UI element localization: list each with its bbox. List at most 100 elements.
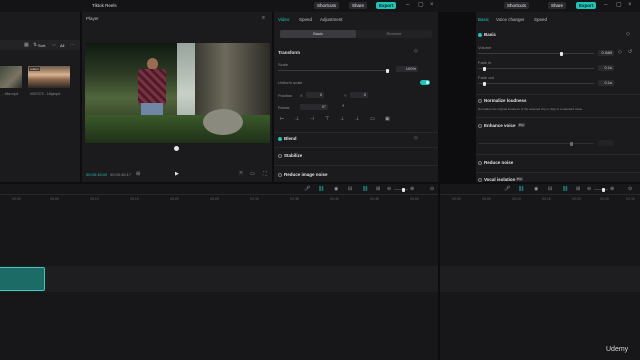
blend-checkbox[interactable] [278, 137, 282, 141]
fit-icon[interactable]: ⊙ [628, 186, 632, 192]
playhead-handle[interactable] [174, 146, 179, 151]
fade-out-slider[interactable] [478, 81, 594, 86]
crop-icon[interactable]: ⤧ [239, 171, 243, 177]
rotate-dial-icon[interactable]: ◐ [342, 103, 345, 109]
split-icon[interactable]: ⊞ [376, 186, 380, 192]
preview-icon[interactable]: ◉ [334, 186, 338, 192]
grid-view-icon[interactable]: ▦ [24, 42, 29, 48]
fit-icon[interactable]: ⊙ [430, 186, 434, 192]
maximize-icon[interactable]: ▢ [418, 2, 424, 9]
tab-basic[interactable]: Basic [478, 17, 489, 22]
minimize-icon[interactable]: – [604, 2, 607, 9]
stabilize-checkbox[interactable] [278, 154, 282, 158]
enhance-slider[interactable] [478, 141, 594, 146]
mic-icon[interactable]: 🎤︎ [504, 186, 510, 192]
project-title[interactable]: Tiktok Reels [92, 3, 117, 8]
timeline-ruler-line [0, 194, 438, 195]
subtab-basic[interactable]: Basic [280, 30, 356, 38]
link-icon[interactable]: ⛓︎ [318, 186, 324, 192]
media-thumbnail-1[interactable] [0, 66, 22, 88]
normalize-checkbox[interactable] [478, 99, 482, 103]
fade-in-value[interactable]: 0.1s [598, 65, 614, 71]
volume-value[interactable]: 0.0dB [598, 50, 614, 56]
zoom-out-icon[interactable]: ⊖ [387, 186, 391, 192]
reset-transform-icon[interactable]: ◇ [414, 48, 418, 54]
shortcuts-button[interactable]: Shortcuts [314, 2, 340, 9]
video-preview[interactable] [85, 43, 270, 143]
magnet-icon[interactable]: ⛓︎ [362, 186, 368, 192]
volume-reset-icon[interactable]: ↺ [628, 49, 632, 55]
link-icon[interactable]: ⛓︎ [518, 186, 524, 192]
tab-speed[interactable]: Speed [299, 17, 312, 22]
minimize-icon[interactable]: – [406, 2, 409, 9]
tab-adjustment[interactable]: Adjustment [320, 17, 343, 22]
rotate-field[interactable]: 0° [300, 104, 328, 110]
fade-in-slider[interactable] [478, 66, 594, 71]
enhance-value[interactable] [598, 140, 614, 146]
share-button[interactable]: Share [349, 2, 368, 9]
scale-value[interactable]: 100% [396, 66, 418, 72]
mic-icon[interactable]: 🎤︎ [304, 186, 310, 192]
player-menu-icon[interactable]: ≡ [262, 15, 265, 21]
scale-slider[interactable] [278, 68, 390, 73]
preview-icon[interactable]: ◉ [534, 186, 538, 192]
video-clip[interactable] [0, 267, 45, 291]
uniform-scale-toggle[interactable] [420, 80, 430, 85]
align-right-icon[interactable]: ⊣ [310, 116, 314, 122]
volume-keyframe-icon[interactable]: ◇ [618, 49, 622, 55]
align-center-h-icon[interactable]: ⊥ [295, 116, 299, 122]
zoom-slider[interactable] [394, 187, 408, 192]
basic-checkbox[interactable] [478, 33, 482, 37]
maximize-icon[interactable]: ▢ [616, 2, 622, 9]
reduce-noise-checkbox[interactable] [278, 173, 282, 177]
tab-speed[interactable]: Speed [534, 17, 547, 22]
align-bottom-icon[interactable]: ⊥ [355, 116, 359, 122]
basic-reset-icon[interactable]: ◇ [626, 31, 630, 37]
fullscreen-icon[interactable]: ⛶ [263, 171, 267, 177]
magnet-icon[interactable]: ⛓︎ [562, 186, 568, 192]
split-icon[interactable]: ⊞ [576, 186, 580, 192]
shortcuts-button-right[interactable]: Shortcuts [504, 2, 530, 9]
media-thumbnail-2[interactable]: Added [28, 66, 70, 88]
tab-video[interactable]: Video [278, 17, 289, 22]
all-filter-label[interactable]: All [60, 43, 64, 48]
share-button-right[interactable]: Share [548, 2, 567, 9]
fade-out-value[interactable]: 0.1s [598, 80, 614, 86]
volume-knob[interactable] [560, 51, 564, 56]
tab-voice-changer[interactable]: Voice changer [496, 17, 525, 22]
snap-icon[interactable]: ⊟ [348, 186, 352, 192]
more-icon[interactable]: ⋯ [70, 42, 75, 48]
play-icon[interactable]: ▶ [175, 171, 179, 177]
export-button[interactable]: Export [376, 2, 397, 9]
blend-reset-icon[interactable]: ◇ [414, 135, 418, 141]
zoom-out-icon[interactable]: ⊖ [587, 186, 591, 192]
timecode-grid-icon[interactable]: ⊞ [136, 171, 140, 177]
close-icon[interactable]: × [430, 2, 434, 9]
volume-slider[interactable] [478, 51, 594, 56]
vocal-isolation-checkbox[interactable] [478, 178, 482, 182]
ratio-icon[interactable]: ▭ [250, 171, 255, 177]
close-icon[interactable]: × [628, 2, 632, 9]
position-y-field[interactable]: 0 [350, 92, 368, 98]
right-track[interactable] [440, 266, 640, 292]
enhance-voice-checkbox[interactable] [478, 124, 482, 128]
sort-label[interactable]: Sort [38, 43, 45, 48]
position-x-field[interactable]: 0 [306, 92, 324, 98]
align-left-icon[interactable]: ⊢ [280, 116, 284, 122]
video-track[interactable] [0, 266, 438, 292]
snap-icon[interactable]: ⊟ [548, 186, 552, 192]
align-extra-icon[interactable]: ▭ [370, 116, 375, 122]
subtab-remove[interactable]: Remove [356, 30, 432, 38]
zoom-in-icon[interactable]: ⊕ [410, 186, 414, 192]
reduce-noise-checkbox[interactable] [478, 161, 482, 165]
align-fit-icon[interactable]: ▣ [385, 116, 390, 122]
filter-icon[interactable]: ⌵ [52, 42, 56, 48]
timeline-ruler-line [440, 194, 640, 195]
export-button-right[interactable]: Export [576, 2, 597, 9]
align-middle-icon[interactable]: ⊥ [340, 116, 344, 122]
align-top-icon[interactable]: ⊤ [325, 116, 329, 122]
zoom-slider[interactable] [594, 187, 608, 192]
timeline-tick: 00:15 [130, 197, 139, 201]
zoom-in-icon[interactable]: ⊕ [610, 186, 614, 192]
sort-icon[interactable]: ⇅ [33, 42, 37, 48]
